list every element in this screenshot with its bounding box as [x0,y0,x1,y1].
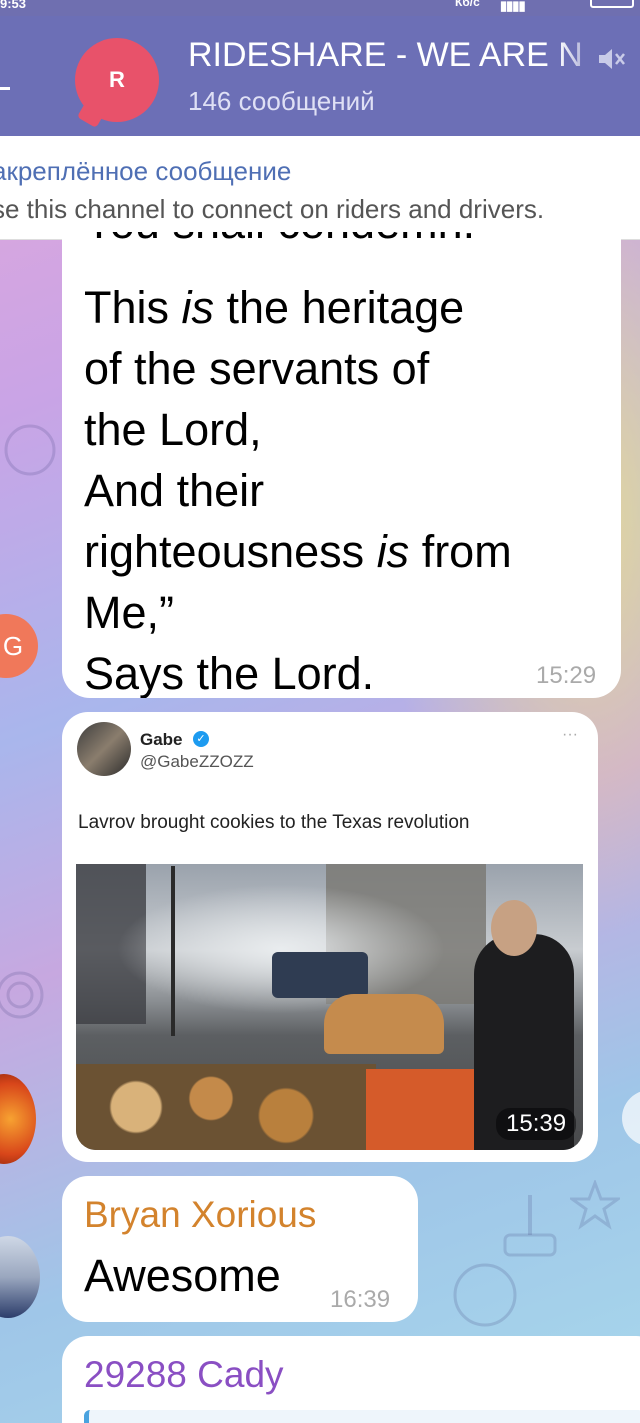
verse-line: Me,” [84,582,604,643]
verse-line-text: of the servants of [84,343,430,394]
message-bubble-image[interactable]: Gabe ✓ @GabeZZOZZ ··· Lavrov brought coo… [62,712,598,1162]
target-doodle-icon [0,971,44,1019]
message-count: 146 сообщений [188,86,375,116]
verse-line: righteousness is from [84,521,604,582]
verified-check-icon: ✓ [193,731,209,747]
tweet-avatar [77,722,131,776]
chat-header[interactable]: R RIDESHARE - WE ARE N 146 сообщений [0,16,640,136]
tweet-author-handle: @GabeZZOZZ [140,752,254,771]
verse-line-text: Says the Lord. [84,648,375,698]
verse-line-text: This [84,282,182,333]
avatar-letter: R [109,67,125,92]
share-button[interactable] [622,1090,640,1146]
tweet-author-name: Gabe [140,730,183,749]
verse-cut-text: You shall condemn. [84,232,475,253]
verse-line: of the servants of [84,338,604,399]
photo-pretzels [324,994,444,1054]
reply-quote[interactable] [84,1410,640,1423]
verse-line: the Lord, [84,399,604,460]
message-time: 16:39 [330,1286,391,1313]
pinned-message-bar[interactable]: акреплённое сообщение se this channel to… [0,136,640,240]
mute-icon [599,49,625,69]
channel-avatar[interactable]: R [75,38,159,122]
verse-line-text: from [409,526,512,577]
verse-line: And their [84,460,604,521]
message-text: Awesome [84,1250,281,1301]
basketball-doodle-icon [4,424,56,476]
verse-line: This is the heritage [84,277,604,338]
sender-name[interactable]: Bryan Xorious [84,1194,316,1236]
verse-line-text: And their [84,465,265,516]
pinned-label: акреплённое сообщение [0,156,292,186]
ball-doodle-icon [453,1263,517,1327]
sender-avatar-building[interactable] [0,1236,40,1318]
message-time: 15:29 [536,662,597,689]
signal-icon: ▮▮▮▮ [500,0,526,13]
joystick-doodle-icon [503,1195,557,1257]
photo-pole [171,866,175,1036]
photo-man-head [491,900,537,956]
avatar-letter: G [2,630,24,661]
verse-line: Says the Lord. [84,643,604,698]
star-doodle-icon [570,1180,620,1230]
message-bubble-reply[interactable]: 29288 Cady [62,1336,640,1423]
message-bubble-verse[interactable]: You shall condemn. This is the heritage … [62,232,621,698]
verse-line-em: is [376,526,410,577]
sender-avatar-sun[interactable] [0,1074,36,1164]
verse-line-text: the Lord, [84,404,262,455]
verse-text: You shall condemn. This is the heritage … [84,232,604,698]
message-time: 15:39 [496,1108,577,1140]
network-speed: Кб/с [455,0,480,9]
photo-stall [76,1064,376,1150]
verse-line-text: the heritage [214,282,465,333]
sender-name[interactable]: 29288 Cady [84,1354,284,1396]
back-arrow-icon[interactable] [0,87,10,90]
verse-line-em: is [181,282,215,333]
verse-line-text: righteousness [84,526,377,577]
status-time: 9:53 [0,0,27,11]
tweet-text: Lavrov brought cookies to the Texas revo… [78,812,470,833]
pinned-text: se this channel to connect on riders and… [0,194,545,224]
status-bar: 9:53 Кб/с ▮▮▮▮ [0,0,640,16]
message-bubble-text[interactable]: Bryan Xorious Awesome 16:39 [62,1176,418,1322]
tweet-photo[interactable] [76,864,583,1150]
verse-line-text: Me,” [84,587,174,638]
battery-icon [590,0,634,8]
photo-truck [272,952,368,998]
sender-avatar-g[interactable]: G [0,614,38,678]
chat-title[interactable]: RIDESHARE - WE ARE N [188,36,608,78]
verse-cut-line: You shall condemn. [84,232,604,277]
tweet-more-icon: ··· [562,726,578,743]
